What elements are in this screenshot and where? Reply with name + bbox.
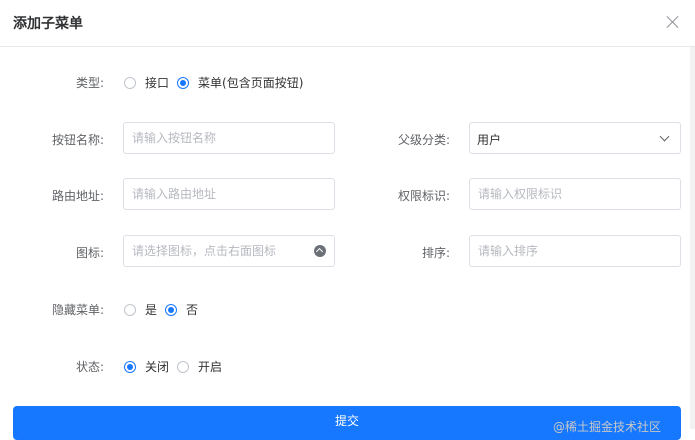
- sort-field[interactable]: [469, 235, 681, 267]
- type-option-api-label: 接口: [145, 76, 170, 90]
- watermark: @稀土掘金技术社区: [553, 420, 662, 434]
- status-option-on-label: 开启: [198, 360, 223, 374]
- route-address-field[interactable]: [123, 178, 335, 210]
- parent-category-label: 父级分类:: [397, 133, 450, 147]
- button-name-label: 按钮名称:: [51, 133, 104, 147]
- button-name-field[interactable]: [123, 122, 335, 154]
- hide-menu-radio-group: 是 否: [124, 301, 206, 318]
- radio-checked-icon: [124, 360, 136, 373]
- type-radio-group: 接口 菜单(包含页面按钮): [124, 74, 311, 91]
- status-radio-group: 关闭 开启: [124, 358, 230, 375]
- permission-input[interactable]: [470, 179, 680, 209]
- parent-category-select[interactable]: 用户: [469, 122, 681, 154]
- chevron-up-circle-icon[interactable]: [314, 245, 326, 257]
- scrollbar[interactable]: [690, 47, 695, 429]
- sort-input[interactable]: [470, 236, 680, 266]
- radio-circle-icon: [124, 303, 136, 316]
- icon-field[interactable]: [123, 235, 335, 267]
- radio-circle-icon: [177, 360, 190, 373]
- dialog-header: 添加子菜单: [0, 0, 695, 47]
- type-label: 类型:: [75, 76, 104, 90]
- close-icon[interactable]: [664, 13, 682, 31]
- icon-label: 图标:: [75, 246, 104, 260]
- route-address-input[interactable]: [124, 179, 334, 209]
- type-option-api[interactable]: 接口: [124, 74, 169, 91]
- radio-circle-icon: [124, 76, 136, 89]
- permission-label: 权限标识:: [397, 189, 450, 203]
- hide-menu-option-yes[interactable]: 是: [124, 301, 157, 318]
- icon-input[interactable]: [124, 236, 334, 266]
- route-address-label: 路由地址:: [51, 189, 104, 203]
- type-option-menu[interactable]: 菜单(包含页面按钮): [177, 74, 303, 91]
- radio-checked-icon: [177, 76, 190, 89]
- status-label: 状态:: [75, 360, 104, 374]
- chevron-down-icon: [659, 131, 670, 142]
- hide-menu-label: 隐藏菜单:: [51, 303, 104, 317]
- status-option-off[interactable]: 关闭: [124, 358, 169, 375]
- dialog-title: 添加子菜单: [13, 16, 83, 32]
- parent-category-value: 用户: [477, 133, 502, 147]
- sort-label: 排序:: [421, 246, 450, 260]
- type-option-menu-label: 菜单(包含页面按钮): [198, 76, 304, 90]
- permission-field[interactable]: [469, 178, 681, 210]
- button-name-input[interactable]: [124, 123, 334, 153]
- hide-menu-option-no-label: 否: [186, 303, 199, 317]
- radio-checked-icon: [165, 303, 178, 316]
- status-option-off-label: 关闭: [145, 360, 170, 374]
- status-option-on[interactable]: 开启: [177, 358, 222, 375]
- hide-menu-option-no[interactable]: 否: [165, 301, 198, 318]
- hide-menu-option-yes-label: 是: [145, 303, 158, 317]
